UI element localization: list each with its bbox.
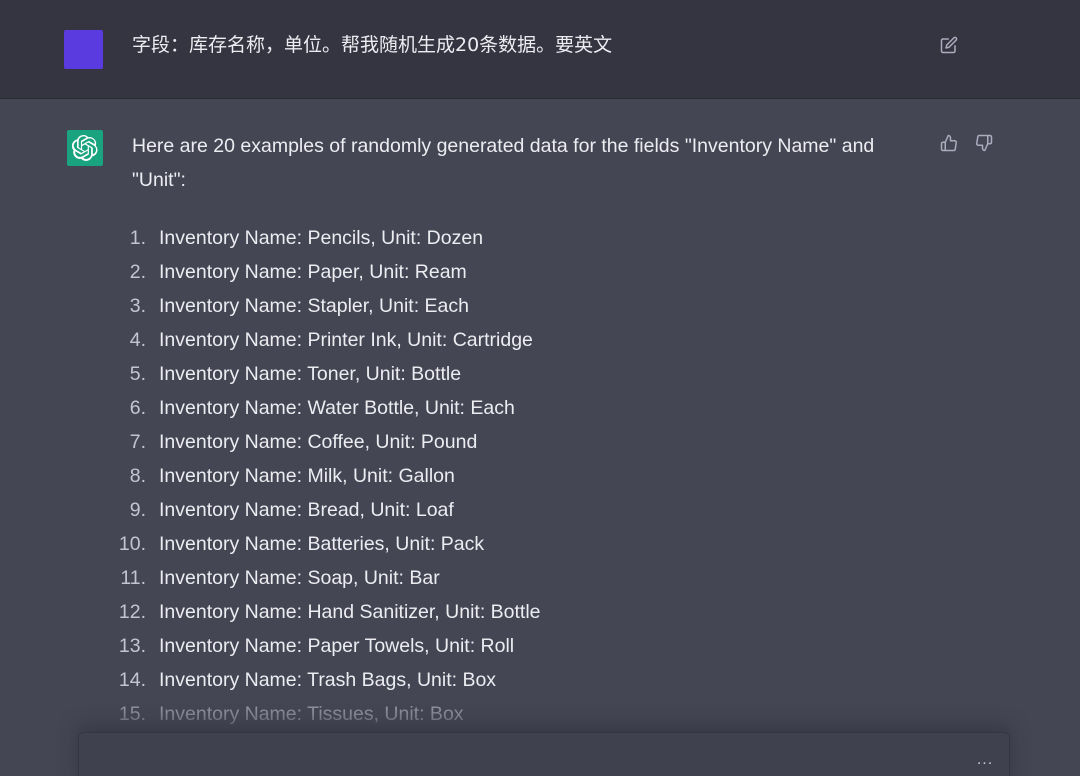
list-item: 5. Inventory Name: Toner, Unit: Bottle: [110, 357, 541, 391]
list-item: 10. Inventory Name: Batteries, Unit: Pack: [110, 527, 541, 561]
list-item-text: Inventory Name: Tissues, Unit: Box: [159, 703, 464, 725]
thumbs-down-button[interactable]: [973, 132, 995, 154]
list-item-text: Inventory Name: Toner, Unit: Bottle: [159, 363, 462, 385]
list-item-text: Inventory Name: Water Bottle, Unit: Each: [159, 397, 515, 419]
list-item-number: 12.: [118, 601, 146, 623]
list-item: 2. Inventory Name: Paper, Unit: Ream: [110, 255, 541, 289]
assistant-avatar: [67, 130, 103, 166]
inventory-list: 1. Inventory Name: Pencils, Unit: Dozen 2…: [110, 221, 541, 731]
openai-logo-icon: [72, 135, 98, 161]
list-item-number: 4.: [129, 329, 146, 351]
list-item-number: 5.: [129, 363, 146, 385]
list-item: 14. Inventory Name: Trash Bags, Unit: Box: [110, 663, 541, 697]
list-item-number: 14.: [118, 669, 146, 691]
list-item: 7. Inventory Name: Coffee, Unit: Pound: [110, 425, 541, 459]
assistant-intro-text: Here are 20 examples of randomly generat…: [132, 135, 875, 191]
list-item-text: Inventory Name: Paper Towels, Unit: Roll: [159, 635, 515, 657]
thumbs-up-button[interactable]: [938, 132, 960, 154]
list-item-text: Inventory Name: Batteries, Unit: Pack: [159, 533, 485, 555]
list-item-number: 7.: [129, 431, 146, 453]
user-message-text: 字段：库存名称，单位。帮我随机生成20条数据。要英文: [132, 34, 613, 56]
list-item: 4. Inventory Name: Printer Ink, Unit: Car…: [110, 323, 541, 357]
list-item: 15. Inventory Name: Tissues, Unit: Box: [110, 697, 541, 731]
user-avatar: [64, 30, 103, 69]
list-item-text: Inventory Name: Coffee, Unit: Pound: [159, 431, 478, 453]
list-item-number: 1.: [129, 227, 146, 249]
list-item: 12. Inventory Name: Hand Sanitizer, Unit:…: [110, 595, 541, 629]
list-item: 1. Inventory Name: Pencils, Unit: Dozen: [110, 221, 541, 255]
list-item-text: Inventory Name: Pencils, Unit: Dozen: [159, 227, 484, 249]
list-item-text: Inventory Name: Trash Bags, Unit: Box: [159, 669, 497, 691]
list-item-number: 3.: [129, 295, 146, 317]
list-item-text: Inventory Name: Milk, Unit: Gallon: [159, 465, 455, 487]
list-item-text: Inventory Name: Printer Ink, Unit: Cartr…: [159, 329, 533, 351]
list-item: 11. Inventory Name: Soap, Unit: Bar: [110, 561, 541, 595]
list-item: 9. Inventory Name: Bread, Unit: Loaf: [110, 493, 541, 527]
list-item-text: Inventory Name: Bread, Unit: Loaf: [159, 499, 454, 521]
list-item-number: 8.: [129, 465, 146, 487]
list-item-number: 10.: [118, 533, 146, 555]
list-item-text: Inventory Name: Soap, Unit: Bar: [159, 567, 440, 589]
list-item: 6. Inventory Name: Water Bottle, Unit: Ea…: [110, 391, 541, 425]
list-item-number: 11.: [120, 567, 146, 589]
list-item-text: Inventory Name: Paper, Unit: Ream: [159, 261, 467, 283]
list-item-number: 6.: [129, 397, 146, 419]
edit-icon: [940, 36, 958, 54]
list-item-number: 2.: [129, 261, 146, 283]
list-item: 3. Inventory Name: Stapler, Unit: Each: [110, 289, 541, 323]
more-options-button[interactable]: ...: [970, 750, 1000, 770]
assistant-message-row: Here are 20 examples of randomly generat…: [0, 99, 1080, 776]
list-item: 13. Inventory Name: Paper Towels, Unit: R…: [110, 629, 541, 663]
list-item-number: 13.: [118, 635, 146, 657]
list-item: 8. Inventory Name: Milk, Unit: Gallon: [110, 459, 541, 493]
message-input-box[interactable]: [78, 732, 1010, 776]
list-item-number: 9.: [129, 499, 146, 521]
thumbs-up-icon: [940, 134, 957, 152]
chat-page: 字段：库存名称，单位。帮我随机生成20条数据。要英文 Here are 20 e…: [0, 0, 1080, 776]
list-item-text: Inventory Name: Hand Sanitizer, Unit: Bo…: [159, 601, 541, 623]
user-message-row: 字段：库存名称，单位。帮我随机生成20条数据。要英文: [0, 0, 1080, 99]
thumbs-down-icon: [976, 134, 993, 152]
list-item-text: Inventory Name: Stapler, Unit: Each: [159, 295, 469, 317]
edit-message-button[interactable]: [938, 34, 960, 56]
list-item-number: 15.: [118, 703, 146, 725]
